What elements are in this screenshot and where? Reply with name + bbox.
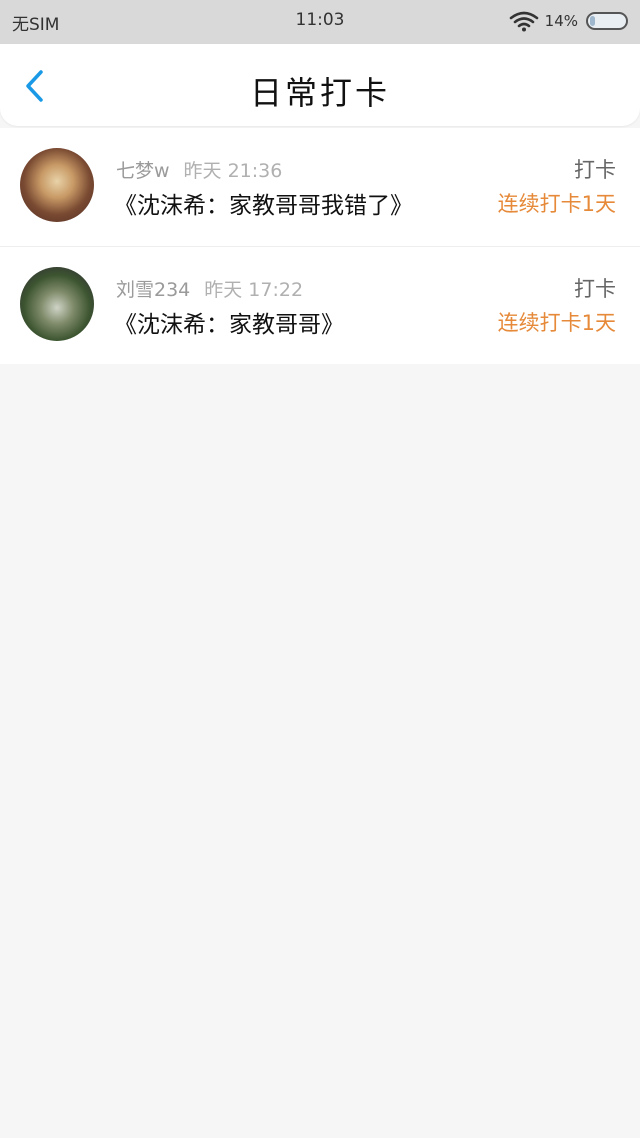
nav-bar: 日常打卡 bbox=[0, 44, 640, 126]
list-item[interactable]: 七梦w 昨天 21:36 《沈沫希：家教哥哥我错了》 打卡 连续打卡1天 bbox=[0, 128, 640, 246]
battery-icon bbox=[586, 12, 628, 30]
wifi-icon bbox=[509, 11, 538, 32]
item-meta: 七梦w 昨天 21:36 bbox=[116, 156, 282, 183]
action-label: 打卡 bbox=[574, 158, 616, 182]
checkin-time: 昨天 21:36 bbox=[183, 160, 283, 182]
checkin-list: 七梦w 昨天 21:36 《沈沫希：家教哥哥我错了》 打卡 连续打卡1天 刘雪23… bbox=[0, 128, 640, 364]
book-title[interactable]: 《沈沫希：家教哥哥我错了》 bbox=[114, 186, 413, 220]
page-title: 日常打卡 bbox=[249, 74, 390, 112]
avatar[interactable] bbox=[20, 148, 94, 222]
username[interactable]: 刘雪234 bbox=[116, 279, 190, 301]
username[interactable]: 七梦w bbox=[116, 160, 170, 182]
checkin-time: 昨天 17:22 bbox=[204, 279, 304, 301]
avatar[interactable] bbox=[20, 267, 94, 341]
streak-label: 连续打卡1天 bbox=[497, 192, 616, 216]
item-meta: 刘雪234 昨天 17:22 bbox=[116, 275, 303, 302]
battery-fill bbox=[590, 16, 595, 26]
action-label: 打卡 bbox=[574, 277, 616, 301]
streak-label: 连续打卡1天 bbox=[497, 311, 616, 335]
status-bar: 无SIM 11:03 14% bbox=[0, 0, 640, 44]
list-item[interactable]: 刘雪234 昨天 17:22 《沈沫希：家教哥哥》 打卡 连续打卡1天 bbox=[0, 246, 640, 364]
status-right-group: 14% bbox=[509, 9, 628, 33]
book-title[interactable]: 《沈沫希：家教哥哥》 bbox=[114, 305, 344, 339]
battery-percent: 14% bbox=[544, 12, 578, 30]
